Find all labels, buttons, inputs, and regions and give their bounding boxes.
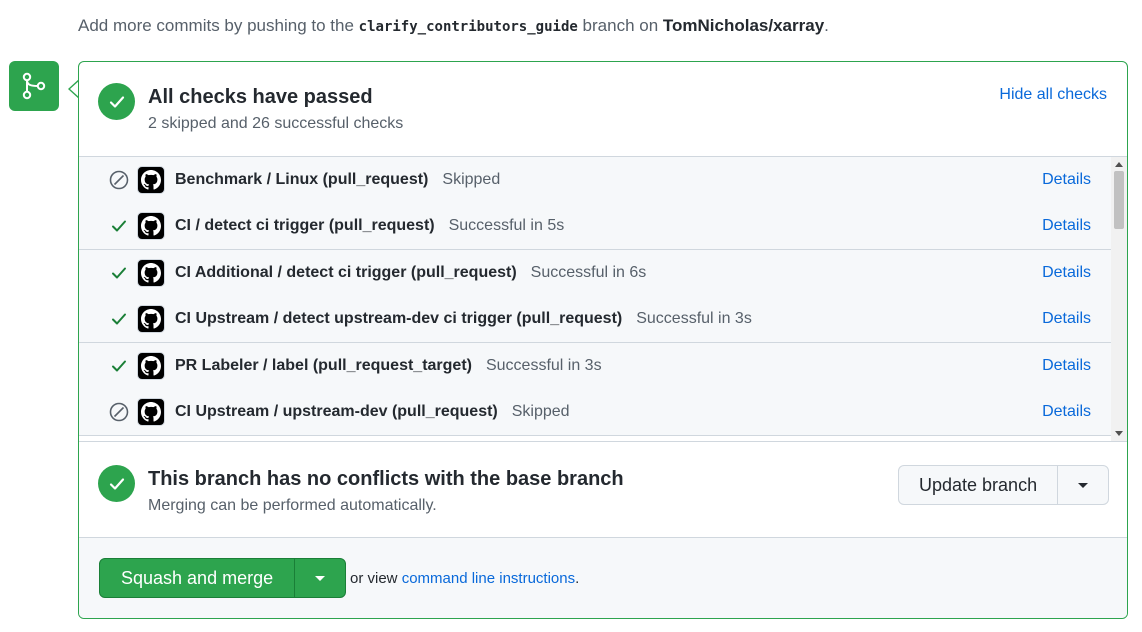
check-success-icon (107, 354, 131, 378)
github-actions-icon (137, 305, 165, 333)
check-status: Successful in 5s (448, 217, 565, 234)
check-status: Successful in 6s (530, 264, 647, 281)
notice-prefix: Add more commits by pushing to the (78, 16, 354, 35)
update-branch-group: Update branch (898, 465, 1110, 505)
check-name: Benchmark / Linux (pull_request) (175, 171, 429, 188)
scroll-up-arrow-icon[interactable] (1115, 162, 1123, 167)
check-row: Benchmark / Linux (pull_request) Skipped… (79, 157, 1111, 204)
check-name: CI / detect ci trigger (pull_request) (175, 217, 435, 234)
github-actions-icon (137, 166, 165, 194)
check-name: CI Upstream / detect upstream-dev ci tri… (175, 310, 623, 327)
check-success-icon (107, 307, 131, 331)
check-success-icon (107, 261, 131, 285)
check-details-link[interactable]: Details (1042, 264, 1091, 282)
chevron-down-icon (1078, 482, 1089, 488)
check-name: CI Additional / detect ci trigger (pull_… (175, 264, 517, 281)
update-branch-dropdown[interactable] (1058, 466, 1108, 504)
check-details-link[interactable]: Details (1042, 403, 1091, 421)
hide-all-checks-link[interactable]: Hide all checks (999, 86, 1107, 104)
merge-button-group: Squash and merge (99, 558, 347, 598)
conflict-status: This branch has no conflicts with the ba… (79, 442, 1127, 538)
conflict-subtitle: Merging can be performed automatically. (148, 497, 437, 514)
check-status: Successful in 3s (485, 357, 602, 374)
checks-list[interactable]: Benchmark / Linux (pull_request) Skipped… (79, 157, 1127, 442)
command-line-hint: or view command line instructions. (350, 570, 579, 587)
check-details-link[interactable]: Details (1042, 217, 1091, 235)
command-line-instructions-link[interactable]: command line instructions (402, 570, 575, 587)
footer-prefix: or view (350, 570, 398, 587)
check-row: PR Labeler / label (pull_request_target)… (79, 343, 1111, 390)
git-merge-icon (9, 61, 59, 111)
check-name: PR Labeler / label (pull_request_target) (175, 357, 472, 374)
check-row: CI / detect ci trigger (pull_request) Su… (79, 203, 1111, 250)
conflict-title: This branch has no conflicts with the ba… (148, 468, 624, 490)
checks-subtitle: 2 skipped and 26 successful checks (148, 115, 404, 132)
check-row: CI Upstream / upstream-dev (pull_request… (79, 389, 1111, 436)
checks-passed-icon (98, 83, 135, 120)
notice-suffix: . (824, 16, 829, 35)
github-actions-icon (137, 398, 165, 426)
merge-box: All checks have passed 2 skipped and 26 … (78, 61, 1128, 619)
github-actions-icon (137, 259, 165, 287)
footer-suffix: . (575, 570, 580, 587)
push-notice: Add more commits by pushing to the clari… (78, 16, 829, 36)
no-conflicts-icon (98, 465, 135, 502)
check-success-icon (107, 214, 131, 238)
repo-name: TomNicholas/xarray (662, 16, 825, 35)
check-row: CI Upstream / detect upstream-dev ci tri… (79, 296, 1111, 343)
skipped-icon (107, 168, 131, 192)
check-name: CI Upstream / upstream-dev (pull_request… (175, 403, 498, 420)
check-details-link[interactable]: Details (1042, 310, 1091, 328)
check-details-link[interactable]: Details (1042, 357, 1091, 375)
merge-footer: Squash and merge or view command line in… (79, 538, 1127, 618)
check-details-link[interactable]: Details (1042, 171, 1091, 189)
merge-method-dropdown[interactable] (295, 559, 345, 597)
checks-summary: All checks have passed 2 skipped and 26 … (79, 62, 1127, 157)
notice-middle: branch on (582, 16, 659, 35)
squash-and-merge-button[interactable]: Squash and merge (100, 559, 296, 597)
checks-scrollbar[interactable] (1111, 157, 1127, 441)
scroll-thumb[interactable] (1114, 171, 1124, 229)
scroll-down-arrow-icon[interactable] (1115, 431, 1123, 436)
update-branch-button[interactable]: Update branch (899, 466, 1059, 504)
check-status: Skipped (511, 403, 570, 420)
check-row: CI Additional / detect ci trigger (pull_… (79, 250, 1111, 297)
github-actions-icon (137, 212, 165, 240)
chevron-down-icon (315, 575, 326, 581)
github-actions-icon (137, 352, 165, 380)
skipped-icon (107, 400, 131, 424)
branch-name: clarify_contributors_guide (358, 19, 578, 35)
checks-title: All checks have passed (148, 86, 373, 108)
check-status: Successful in 3s (636, 310, 752, 327)
check-status: Skipped (442, 171, 501, 188)
